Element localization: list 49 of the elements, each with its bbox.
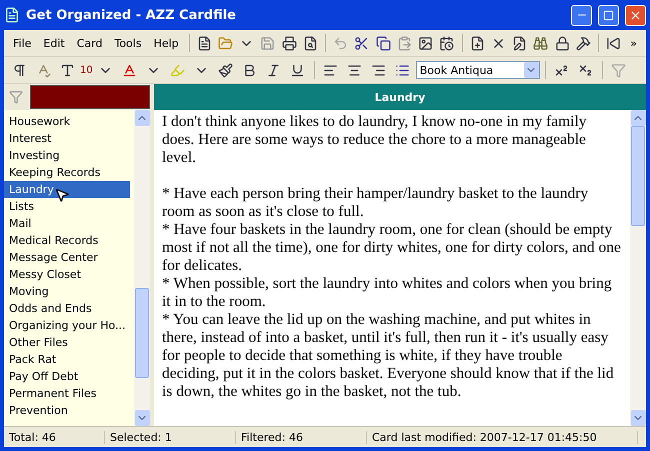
menu-item[interactable]: Edit	[38, 34, 70, 52]
menu-item[interactable]: Tools	[109, 34, 147, 52]
scrollbar[interactable]	[630, 110, 646, 426]
filter-icon	[9, 90, 23, 104]
sidebar-item[interactable]: Investing	[4, 147, 130, 164]
sidebar-item[interactable]: Lists	[4, 198, 130, 215]
card-text: * Have four baskets in the laundry room, one for clean (should be empty most if not all the time), one for dirty whites, one for dirty colors, and one for delicates.	[162, 221, 622, 275]
sidebar-item[interactable]: Interest	[4, 130, 130, 147]
card-text: * When possible, sort the laundry into whites and colors when you bring it in to the room.	[162, 275, 613, 311]
font-select[interactable]: Book Antiqua	[416, 61, 540, 79]
sidebar-item[interactable]: Organizing your Ho...	[4, 317, 130, 334]
minimize-button[interactable]	[571, 4, 592, 26]
sidebar-item[interactable]: Pack Rat	[4, 351, 130, 368]
close-button[interactable]	[625, 4, 646, 26]
window-title: Get Organized - AZZ Cardfile	[26, 8, 237, 22]
sidebar-item[interactable]: Pay Off Debt	[4, 368, 130, 385]
app-icon	[4, 7, 20, 23]
close-icon	[629, 8, 642, 22]
status-text: Selected: 1	[105, 430, 236, 444]
sidebar-item[interactable]: Prevention	[4, 402, 130, 419]
mouse-pointer-icon	[54, 187, 70, 203]
status-text: Card last modified: 2007-12-17 01:45:50	[367, 430, 638, 444]
card-text: * You can leave the lid up on the washing machine, and put whites in there, instead of into a basket, until it's full, then run it - it's usually easy for people to decide that something is white, if they have trouble deciding, put it in the colors basket. Everyone should know that if the lid is down, the whites go in the basket, not the tub.	[162, 311, 615, 401]
card-text: * Have each person bring their hamper/laundry basket to the laundry room as soon as it's close to full.	[162, 185, 590, 221]
filter-field[interactable]	[30, 85, 150, 109]
menu-item[interactable]: Card	[72, 34, 108, 52]
menu-item[interactable]: File	[8, 34, 36, 52]
status-text: Total: 46	[4, 430, 105, 444]
toolbar-overflow[interactable]: »	[625, 34, 642, 52]
sidebar-item[interactable]: Message Center	[4, 249, 130, 266]
sidebar-item[interactable]: Permanent Files	[4, 385, 130, 402]
scrollbar[interactable]	[134, 110, 150, 426]
menu-item[interactable]: Help	[148, 34, 184, 52]
caret-icon	[524, 62, 539, 78]
sidebar-item[interactable]: Other Files	[4, 334, 130, 351]
status-text: Filtered: 46	[236, 430, 367, 444]
sidebar-item[interactable]: Odds and Ends	[4, 300, 130, 317]
sidebar-item[interactable]: Messy Closet	[4, 266, 130, 283]
maximize-icon	[603, 10, 614, 20]
sidebar-item[interactable]: Keeping Records	[4, 164, 130, 181]
sidebar-item[interactable]: Housework	[4, 113, 130, 130]
card-text: I don't think anyone likes to do laundry, I know no-one in my family does. Here are some ways to reduce the chore to a more manageable level.	[162, 113, 588, 167]
font-size-value[interactable]: 10	[80, 64, 93, 76]
card-title: Laundry	[154, 84, 646, 110]
sidebar-item[interactable]: Medical Records	[4, 232, 130, 249]
sidebar-item[interactable]: Mail	[4, 215, 130, 232]
sidebar-item[interactable]: Laundry	[4, 181, 130, 198]
sidebar-item[interactable]: Moving	[4, 283, 130, 300]
maximize-button[interactable]	[598, 4, 619, 26]
